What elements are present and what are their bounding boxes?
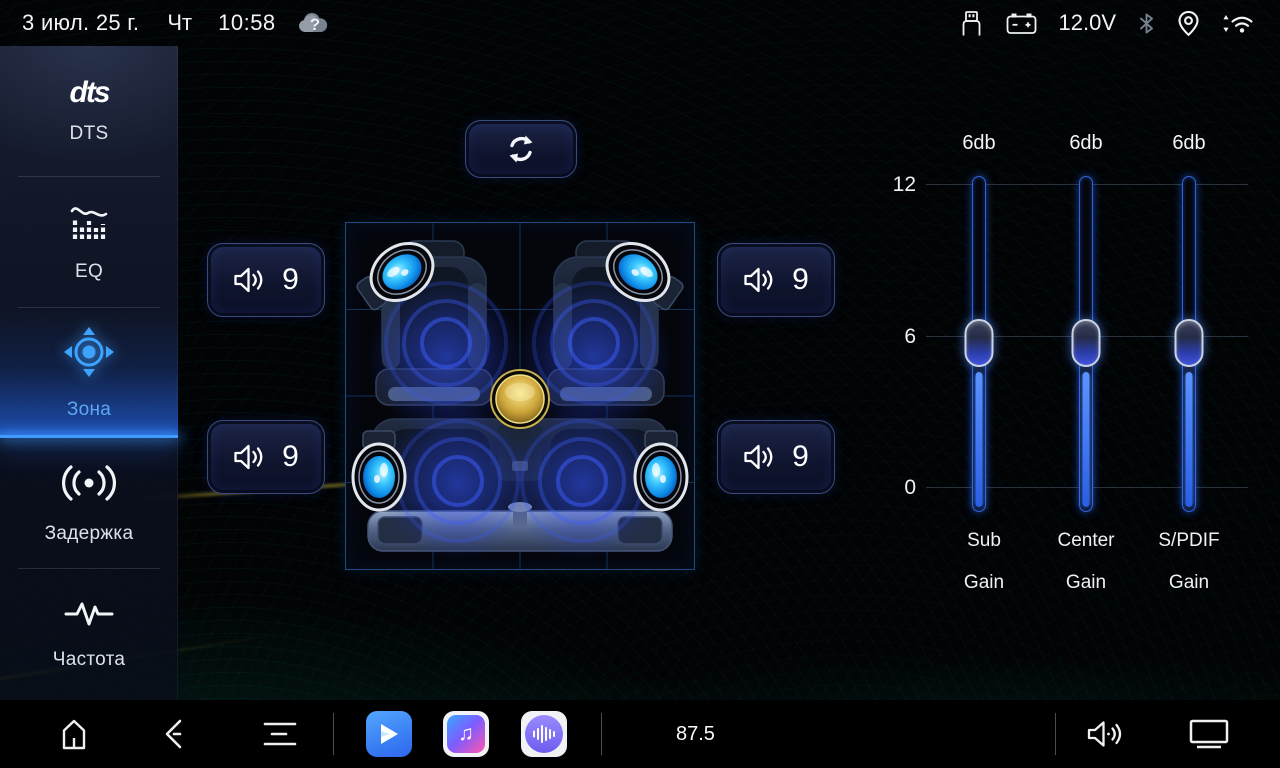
slider-thumb[interactable]: [965, 319, 994, 367]
rear-left-volume-button[interactable]: 9: [207, 420, 325, 494]
sidebar-item-delay[interactable]: Задержка: [0, 438, 178, 569]
screen-off-button[interactable]: [1185, 700, 1233, 768]
volume-value: 9: [282, 263, 299, 297]
home-button[interactable]: [52, 700, 96, 768]
speaker-icon: [743, 266, 776, 294]
video-player-app[interactable]: [366, 700, 412, 768]
spdif-gain-label-line1: S/PDIF: [1114, 530, 1264, 552]
status-bar: 3 июл. 25 г. Чт 10:58 ?: [0, 0, 1280, 46]
sidebar-item-eq[interactable]: EQ: [0, 177, 178, 308]
back-button[interactable]: [152, 700, 196, 768]
equalizer-icon: [68, 201, 110, 246]
frequency-wave-icon: [64, 599, 114, 634]
dts-logo-icon: dts: [70, 78, 109, 108]
center-gain-slider[interactable]: [1071, 176, 1101, 512]
volume-button[interactable]: [1083, 700, 1127, 768]
sidebar-item-label: EQ: [75, 261, 103, 283]
slider-thumb[interactable]: [1072, 319, 1101, 367]
music-app-icon: ♫: [443, 711, 489, 757]
front-right-volume-button[interactable]: 9: [717, 243, 835, 317]
slider-fill: [976, 372, 983, 507]
car-battery-icon: [1006, 12, 1037, 35]
delay-signal-icon: [61, 463, 117, 508]
rear-right-volume-button[interactable]: 9: [717, 420, 835, 494]
sidebar-item-zone[interactable]: Зона: [0, 308, 178, 439]
front-left-volume-button[interactable]: 9: [207, 243, 325, 317]
svg-text:?: ?: [309, 15, 319, 34]
back-icon: [161, 718, 187, 750]
spdif-gain-slider[interactable]: [1174, 176, 1204, 512]
music-app[interactable]: ♫: [443, 700, 489, 768]
balance-point-knob: [491, 370, 549, 428]
status-weekday: Чт: [167, 10, 192, 36]
refresh-icon: [505, 133, 537, 165]
sidebar-item-label: Зона: [67, 399, 111, 421]
sidebar-item-label: Задержка: [45, 523, 134, 545]
menu-lines-icon: [262, 720, 298, 748]
volume-value: 9: [792, 263, 809, 297]
play-app-icon: [366, 711, 412, 757]
home-icon: [56, 717, 92, 751]
weather-unknown-icon: ?: [296, 10, 330, 36]
sidebar-item-frequency[interactable]: Частота: [0, 569, 178, 700]
speaker-icon: [743, 443, 776, 471]
voice-app[interactable]: [521, 700, 567, 768]
slider-fill: [1083, 372, 1090, 507]
gain-tick-label: 0: [858, 476, 916, 500]
gain-tick-label: 6: [858, 325, 916, 349]
sidebar-item-label: Частота: [53, 649, 126, 671]
volume-icon: [1086, 719, 1124, 749]
zone-balance-map[interactable]: [345, 222, 695, 570]
navbar-divider: [1055, 713, 1056, 755]
sidebar-item-dts[interactable]: dts DTS: [0, 46, 178, 177]
slider-thumb[interactable]: [1175, 319, 1204, 367]
status-clock: 10:58: [218, 10, 276, 36]
audio-settings-sidebar: dts DTS EQ: [0, 46, 178, 700]
usb-icon: [959, 10, 984, 37]
wifi-icon: [1222, 12, 1254, 35]
speaker-icon: [233, 266, 266, 294]
volume-value: 9: [282, 440, 299, 474]
sidebar-item-label: DTS: [70, 123, 109, 145]
head-unit-screen: 3 июл. 25 г. Чт 10:58 ?: [0, 0, 1280, 768]
slider-fill: [1186, 372, 1193, 507]
zone-reset-button[interactable]: [465, 120, 577, 178]
screen-icon: [1188, 718, 1230, 750]
gain-tick-label: 12: [858, 173, 916, 197]
battery-voltage: 12.0V: [1059, 10, 1117, 36]
voice-app-icon: [521, 711, 567, 757]
sub-gain-slider[interactable]: [964, 176, 994, 512]
navbar-divider: [601, 713, 602, 755]
location-icon: [1177, 10, 1200, 37]
spdif-gain-value: 6db: [1144, 132, 1234, 155]
speaker-icon: [233, 443, 266, 471]
volume-value: 9: [792, 440, 809, 474]
navbar-divider: [333, 713, 334, 755]
zone-balance-icon: [62, 325, 116, 384]
recents-button[interactable]: [258, 700, 302, 768]
sub-gain-value: 6db: [934, 132, 1024, 155]
bluetooth-icon: [1138, 12, 1155, 35]
status-date: 3 июл. 25 г.: [22, 10, 139, 36]
spdif-gain-label-line2: Gain: [1114, 572, 1264, 594]
bottom-nav-bar: ♫ 87.5: [0, 700, 1280, 768]
radio-frequency: 87.5: [676, 700, 715, 768]
center-gain-value: 6db: [1041, 132, 1131, 155]
